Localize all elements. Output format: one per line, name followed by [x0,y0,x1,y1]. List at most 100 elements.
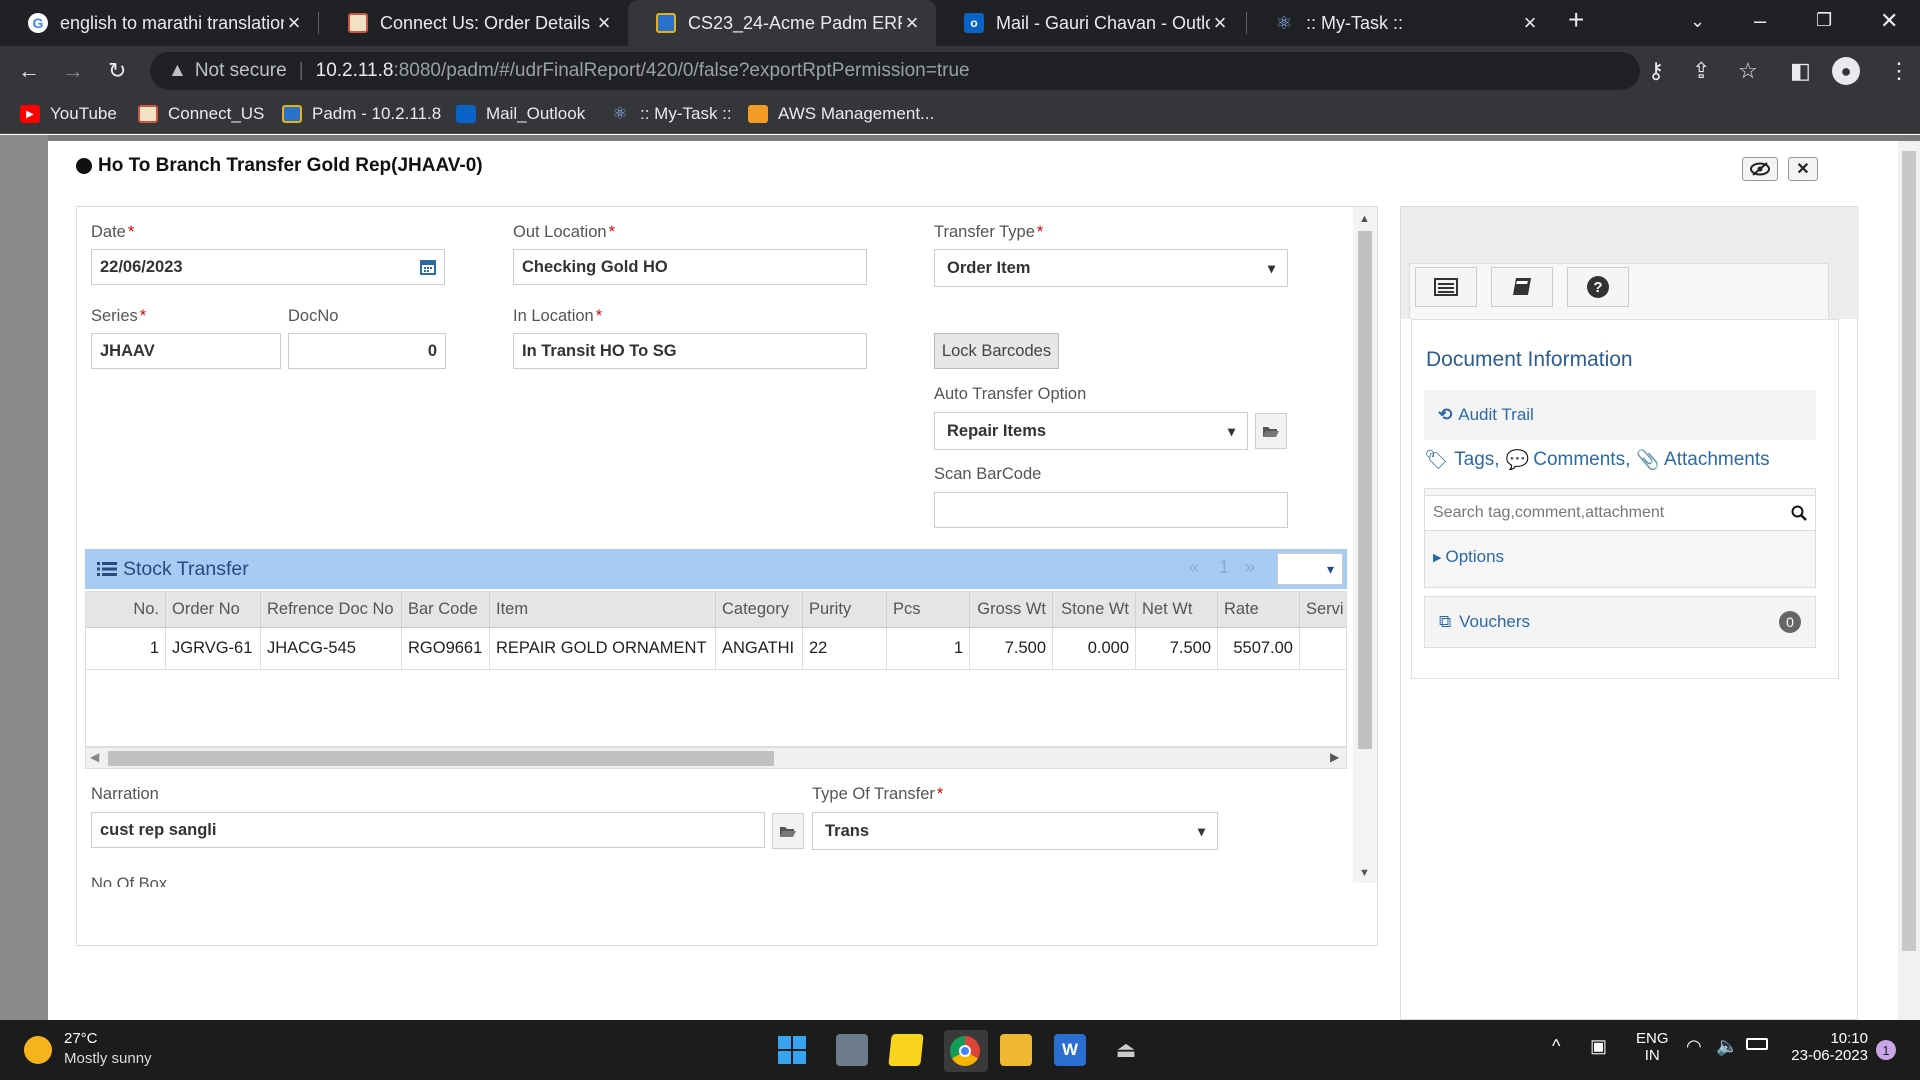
scroll-up-icon[interactable]: ▲ [1359,213,1370,225]
app-icon[interactable]: ⏏ [1110,1034,1142,1066]
pagination-prev[interactable]: « [1189,557,1199,578]
weather-desc[interactable]: Mostly sunny [64,1050,152,1067]
table-cell[interactable]: 1 [887,628,970,670]
type-of-transfer-select[interactable]: Trans ▾ [812,812,1218,850]
bookmark-connect-us[interactable]: Connect_US [138,104,264,124]
language-indicator[interactable]: ENG IN [1636,1030,1669,1064]
column-header[interactable]: Item [490,592,716,628]
close-icon[interactable]: × [284,10,304,36]
column-header[interactable]: Pcs [887,592,970,628]
chevron-down-icon[interactable]: ⌄ [1690,11,1705,32]
column-header[interactable]: Net Wt [1136,592,1218,628]
table-cell[interactable]: 7.500 [1136,628,1218,670]
tray-app-icon[interactable]: ▣ [1590,1036,1607,1057]
browser-tab-mytask[interactable]: ⚛ :: My-Task :: × [1246,0,1554,46]
scrollbar-thumb[interactable] [1902,151,1916,951]
clock[interactable]: 10:10 23-06-2023 [1784,1030,1868,1064]
toggle-visibility-button[interactable] [1742,157,1778,181]
modal-close-button[interactable]: ✕ [1788,157,1818,181]
windows-start-icon[interactable] [778,1036,806,1064]
weather-sun-icon[interactable] [24,1036,52,1064]
word-icon[interactable]: W [1054,1034,1086,1066]
profile-avatar[interactable]: ● [1832,57,1860,85]
new-tab-button[interactable]: + [1568,4,1584,36]
bookmark-youtube[interactable]: ▶ YouTube [20,104,117,124]
close-icon[interactable]: × [1520,10,1540,36]
form-vertical-scrollbar[interactable]: ▲ ▼ [1353,207,1377,883]
pagination-page[interactable]: 1 [1219,557,1229,578]
file-explorer-icon[interactable] [1000,1034,1032,1066]
volume-icon[interactable]: 🔈 [1716,1036,1738,1057]
column-header[interactable]: Refrence Doc No [261,592,402,628]
column-header[interactable]: No. [86,592,166,628]
attachments-link[interactable]: Attachments [1664,449,1770,471]
table-cell[interactable]: 5507.00 [1218,628,1300,670]
column-header[interactable]: Category [716,592,803,628]
scrollbar-thumb[interactable] [108,751,774,766]
weather-temp[interactable]: 27°C [64,1030,98,1047]
menu-dots-icon[interactable]: ⋮ [1888,58,1910,84]
sticky-notes-icon[interactable] [888,1034,924,1066]
bookmark-mail-outlook[interactable]: Mail_Outlook [456,104,585,124]
share-icon[interactable]: ⇪ [1692,58,1710,84]
series-input[interactable]: JHAAV [91,333,281,369]
table-cell[interactable]: REPAIR GOLD ORNAMENT [490,628,716,670]
tags-link[interactable]: Tags, [1454,449,1499,471]
close-icon[interactable]: × [594,10,614,36]
reload-icon[interactable]: ↻ [108,58,126,84]
page-vertical-scrollbar[interactable] [1898,141,1920,1020]
table-cell[interactable]: JHACG-545 [261,628,402,670]
key-icon[interactable]: ⚷ [1648,58,1664,84]
bookmark-my-task[interactable]: ⚛ :: My-Task :: [610,104,731,124]
out-location-input[interactable]: Checking Gold HO [513,249,867,285]
grid-horizontal-scrollbar[interactable]: ◀ ▶ [85,747,1347,769]
forward-arrow-icon[interactable]: → [62,58,84,84]
address-bar[interactable]: ▲ Not secure | 10.2.11.8:8080/padm/#/udr… [150,52,1640,90]
auto-transfer-open-button[interactable] [1255,413,1287,449]
chevron-up-icon[interactable]: ^ [1552,1036,1560,1057]
battery-icon[interactable] [1746,1038,1768,1050]
in-location-input[interactable]: In Transit HO To SG [513,333,867,369]
transfer-type-select[interactable]: Order Item ▾ [934,249,1288,287]
browser-tab-connect[interactable]: Connect Us: Order Details × [320,0,628,46]
column-header[interactable]: Gross Wt [970,592,1053,628]
table-cell[interactable]: ANGATHI [716,628,803,670]
lock-barcodes-button[interactable]: Lock Barcodes [934,333,1059,369]
options-toggle[interactable]: ▶ Options [1433,547,1504,567]
scroll-left-icon[interactable]: ◀ [90,750,99,764]
browser-tab-google[interactable]: G english to marathi translation × [0,0,318,46]
table-cell[interactable]: JGRVG-61 [166,628,261,670]
calculator-icon[interactable] [836,1034,868,1066]
tab-book[interactable] [1491,267,1553,307]
side-panel-icon[interactable]: ◧ [1790,58,1811,84]
vouchers-link[interactable]: ⧉ Vouchers 0 [1424,596,1816,648]
minimize-icon[interactable]: – [1754,8,1766,34]
search-icon[interactable] [1791,505,1807,521]
window-close-icon[interactable]: ✕ [1880,8,1898,34]
tab-details[interactable] [1415,267,1477,307]
narration-input[interactable]: cust rep sangli [91,812,765,848]
notification-badge[interactable]: 1 [1876,1040,1896,1060]
column-header[interactable]: Order No [166,592,261,628]
docno-input[interactable]: 0 [288,333,446,369]
table-cell[interactable] [1300,628,1346,670]
column-header[interactable]: Rate [1218,592,1300,628]
star-icon[interactable]: ☆ [1738,58,1758,84]
audit-trail-link[interactable]: ⟲ Audit Trail [1424,390,1816,440]
close-icon[interactable]: × [902,10,922,36]
tab-help[interactable]: ? [1567,267,1629,307]
table-cell[interactable]: 1 [86,628,166,670]
comments-link[interactable]: Comments, [1533,449,1630,471]
bookmark-aws[interactable]: AWS Management... [748,104,934,124]
back-arrow-icon[interactable]: ← [18,58,40,84]
page-size-select[interactable]: ▾ [1277,553,1343,585]
scroll-right-icon[interactable]: ▶ [1330,750,1339,764]
wifi-icon[interactable]: ◠ [1686,1036,1702,1057]
scroll-down-icon[interactable]: ▼ [1359,867,1370,879]
column-header[interactable]: Purity [803,592,887,628]
tag-search-field[interactable]: Search tag,comment,attachment [1425,495,1815,531]
browser-tab-outlook[interactable]: o Mail - Gauri Chavan - Outlook × [936,0,1244,46]
chrome-taskbar-button[interactable] [944,1030,988,1072]
browser-tab-padm[interactable]: CS23_24-Acme Padm ERP Plat × [628,0,936,46]
close-icon[interactable]: × [1210,10,1230,36]
